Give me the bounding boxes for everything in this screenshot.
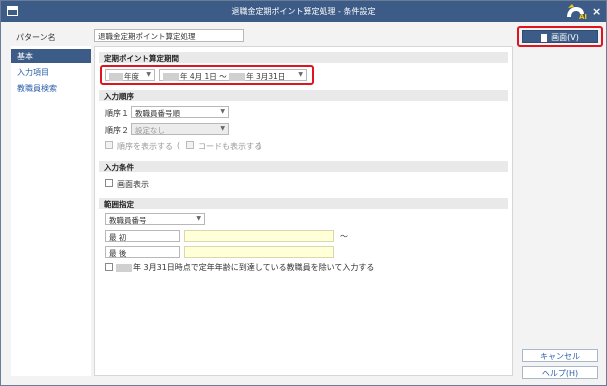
screen-display-checkbox[interactable] [105, 179, 113, 187]
range-key-value: 教職員番号 [109, 216, 147, 225]
section-header-conditions: 入力条件 [99, 161, 508, 172]
sidebar: 基本 入力項目 教職員検索 [11, 46, 91, 376]
range-first-label-box: 最 初 [105, 230, 180, 242]
close-icon[interactable]: × [592, 5, 601, 18]
svg-text:AI: AI [579, 13, 587, 20]
ai-assistant-icon[interactable]: AI [564, 3, 588, 20]
range-last-input[interactable] [184, 246, 334, 258]
dialog-window: 退職金定期ポイント算定処理 - 条件設定 AI × パターン名 退職金定期ポイン… [0, 0, 607, 386]
paren-open: ( [177, 141, 181, 150]
screen-display-label: 画面表示 [117, 180, 149, 189]
window-title: 退職金定期ポイント算定処理 - 条件設定 [231, 7, 376, 16]
show-order-label: 順序を表示する [117, 142, 173, 151]
sidebar-item-input-fields[interactable]: 入力項目 [11, 65, 91, 79]
range-tilde: 〜 [340, 232, 348, 241]
order2-value: 設定なし [135, 126, 165, 135]
section-header-period: 定期ポイント算定期間 [99, 52, 508, 63]
exclude-retirement-label: 年 3月31日時点で定年年齢に到達している教職員を除いて入力する [116, 262, 374, 273]
show-code-label: コードも表示する [198, 142, 262, 151]
help-button[interactable]: ヘルプ(H) [522, 366, 598, 379]
show-code-checkbox[interactable] [186, 141, 194, 149]
range-last-label-box: 最 後 [105, 246, 180, 258]
pattern-name-label: パターン名 [16, 33, 56, 42]
order1-value: 教職員番号順 [135, 109, 180, 118]
exclude-retirement-checkbox[interactable] [105, 263, 113, 271]
chevron-down-icon: ▼ [220, 108, 225, 115]
order2-label: 順序２ [105, 126, 129, 135]
chevron-down-icon: ▼ [196, 215, 201, 222]
section-header-order: 入力順序 [99, 90, 508, 101]
show-order-checkbox[interactable] [105, 141, 113, 149]
range-first-input[interactable] [184, 230, 334, 242]
range-key-select[interactable]: 教職員番号 ▼ [105, 213, 205, 225]
highlight-screen-button [517, 26, 603, 47]
sidebar-item-basic[interactable]: 基本 [11, 49, 91, 63]
redacted-exclude-year [116, 263, 132, 272]
exclude-retirement-text: 年 3月31日時点で定年年齢に到達している教職員を除いて入力する [133, 263, 375, 272]
order1-label: 順序１ [105, 109, 129, 118]
order2-select[interactable]: 設定なし ▼ [131, 123, 229, 135]
order1-select[interactable]: 教職員番号順 ▼ [131, 106, 229, 118]
title-bar: 退職金定期ポイント算定処理 - 条件設定 AI × [1, 1, 606, 22]
highlight-period-box [100, 65, 314, 85]
pattern-name-input[interactable]: 退職金定期ポイント算定処理 [94, 29, 244, 42]
section-header-range: 範囲指定 [99, 198, 508, 209]
chevron-down-icon: ▼ [220, 125, 225, 132]
sidebar-item-staff-search[interactable]: 教職員検索 [11, 81, 91, 95]
main-panel: 定期ポイント算定期間 年度 ▼ 年 4月 1日 〜 年 3月31日 ▼ 入力順序… [94, 46, 513, 376]
paren-close: ) [258, 141, 262, 150]
cancel-button[interactable]: キャンセル [522, 349, 598, 362]
